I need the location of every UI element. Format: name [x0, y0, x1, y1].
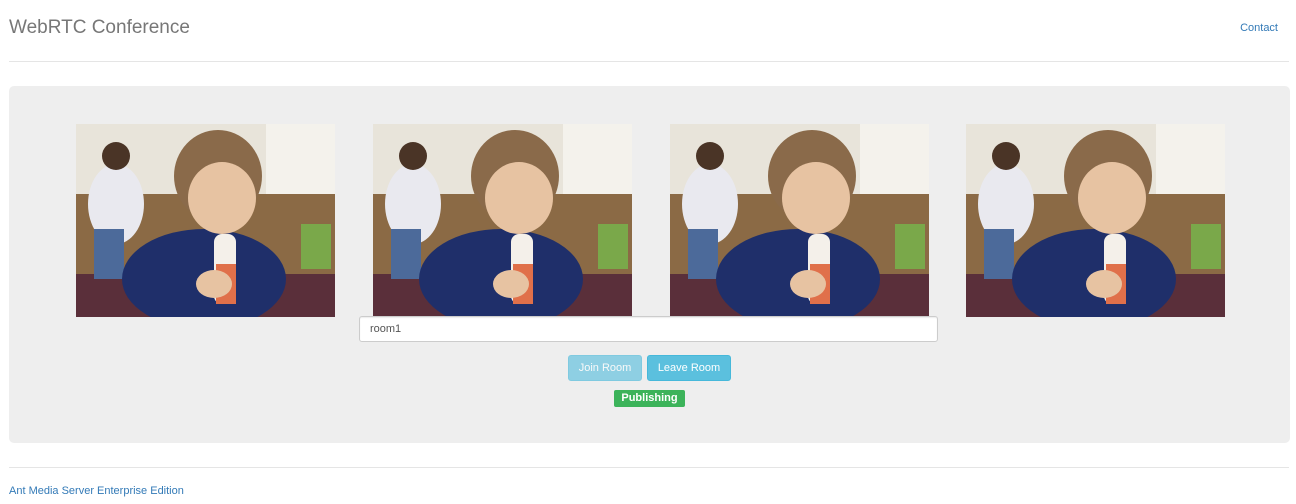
- page-footer: Ant Media Server Enterprise Edition: [9, 467, 1289, 497]
- conference-panel: Join Room Leave Room Publishing: [9, 86, 1290, 443]
- remote-video-1: [373, 124, 632, 317]
- footer-link[interactable]: Ant Media Server Enterprise Edition: [9, 485, 184, 497]
- join-room-button[interactable]: Join Room: [568, 355, 642, 381]
- leave-room-button[interactable]: Leave Room: [647, 355, 731, 381]
- page-header: WebRTC Conference Contact: [9, 0, 1289, 62]
- contact-link[interactable]: Contact: [1240, 22, 1278, 34]
- remote-video-3: [966, 124, 1225, 317]
- video-frame: [966, 124, 1225, 317]
- video-frame: [670, 124, 929, 317]
- room-name-input[interactable]: [359, 316, 938, 342]
- video-frame: [76, 124, 335, 317]
- status-badge: Publishing: [614, 390, 685, 407]
- remote-video-2: [670, 124, 929, 317]
- page-title: WebRTC Conference: [9, 17, 190, 38]
- video-frame: [373, 124, 632, 317]
- local-video: [76, 124, 335, 317]
